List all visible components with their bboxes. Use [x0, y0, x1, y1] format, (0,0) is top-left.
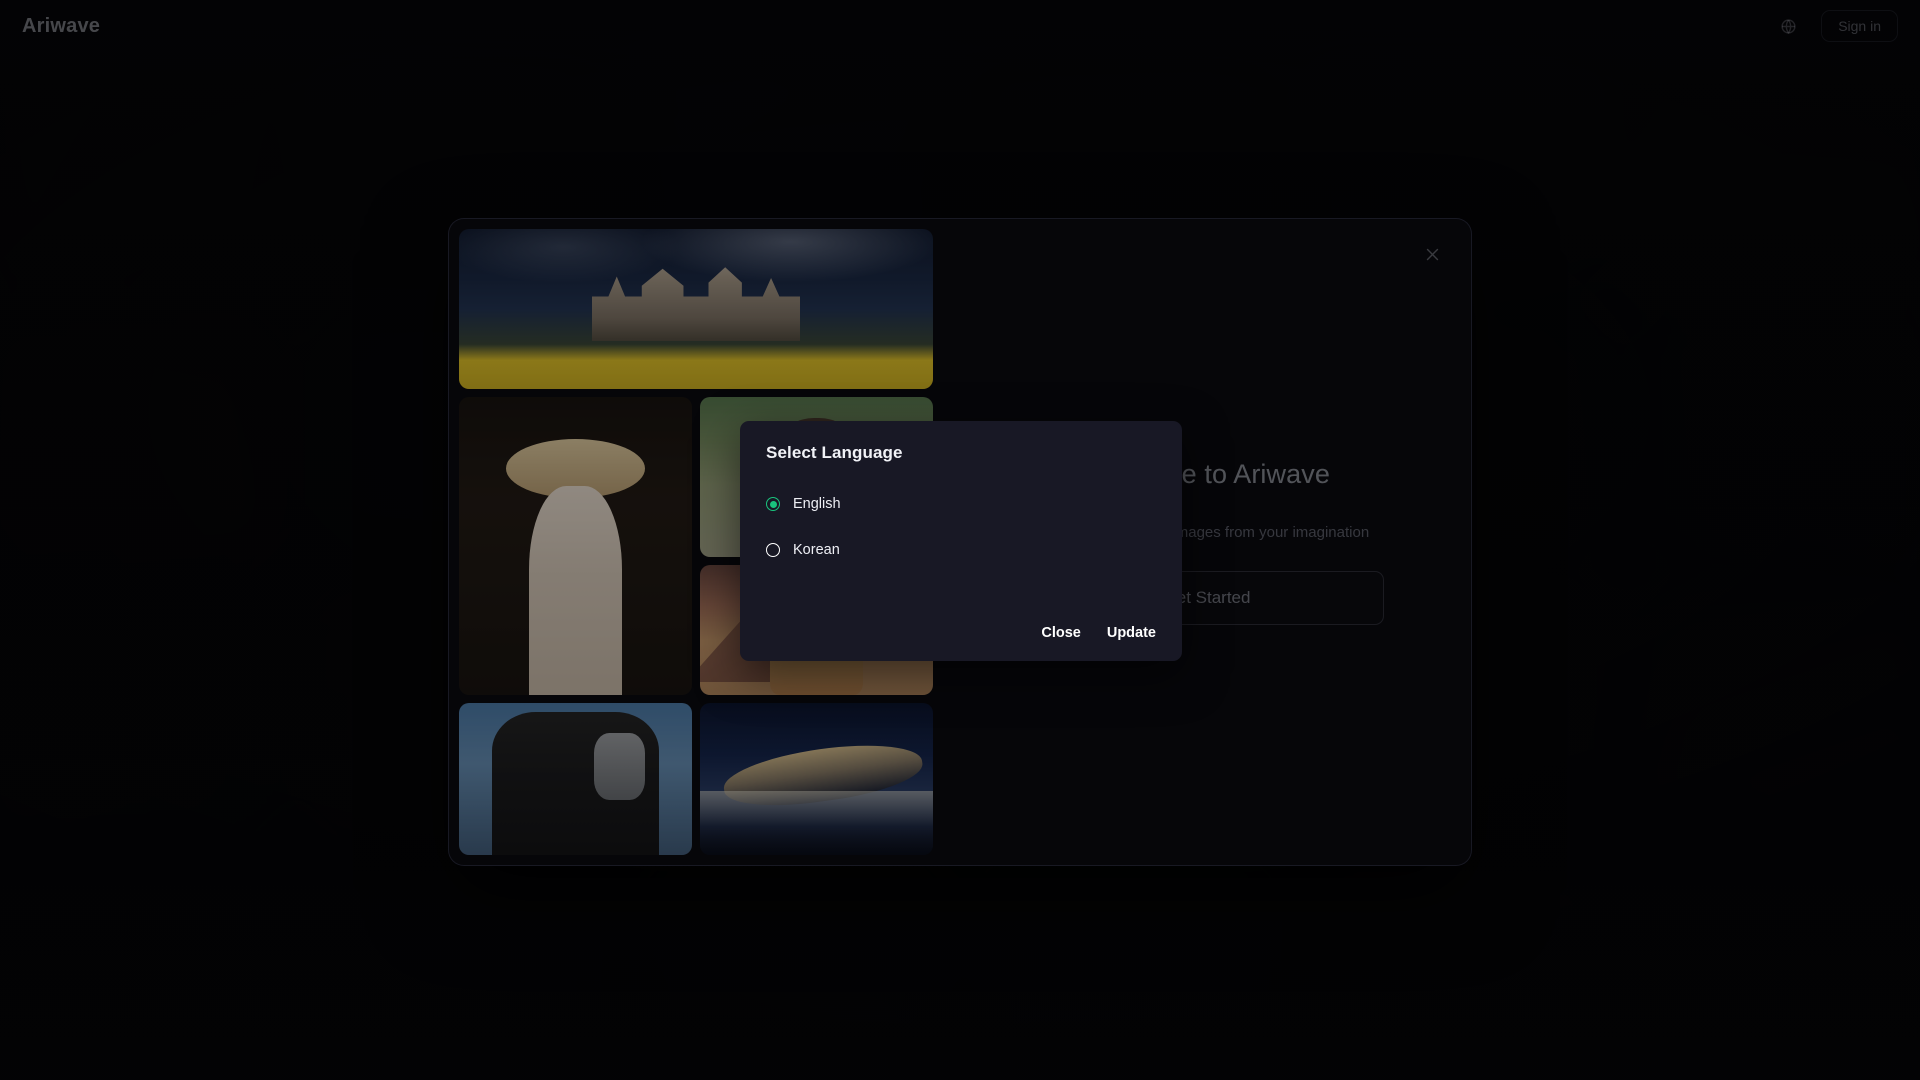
language-option-label: English	[793, 496, 841, 512]
radio-checked-icon[interactable]	[766, 497, 780, 511]
close-icon[interactable]	[1417, 239, 1447, 269]
globe-icon[interactable]	[1773, 11, 1803, 41]
gallery-tile-man-in-leather-jacket[interactable]	[459, 703, 692, 855]
radio-unchecked-icon[interactable]	[766, 543, 780, 557]
update-button[interactable]: Update	[1107, 625, 1156, 641]
radio-dot	[770, 501, 777, 508]
signin-button[interactable]: Sign in	[1821, 10, 1898, 42]
language-option-en[interactable]: English	[766, 489, 1156, 519]
topbar-actions: Sign in	[1773, 10, 1898, 42]
gallery-tile-castle-at-night[interactable]	[459, 229, 933, 389]
language-option-label: Korean	[793, 542, 840, 558]
language-option-ko[interactable]: Korean	[766, 535, 1156, 565]
top-app-bar: Ariwave Sign in	[0, 0, 1920, 52]
close-button[interactable]: Close	[1041, 625, 1081, 641]
dialog-actions: Close Update	[740, 625, 1182, 661]
gallery-tile-woman-with-straw-hat[interactable]	[459, 397, 692, 695]
gallery-tile-spaceship-above-clouds[interactable]	[700, 703, 933, 855]
app-root: Ariwave Sign in Welcome to Ariwave Creat…	[0, 0, 1920, 1080]
select-language-dialog: Select Language English Korean Close Upda…	[740, 421, 1182, 661]
language-option-list: English Korean	[740, 463, 1182, 625]
dialog-title: Select Language	[740, 421, 1182, 463]
brand-logo[interactable]: Ariwave	[22, 15, 100, 38]
